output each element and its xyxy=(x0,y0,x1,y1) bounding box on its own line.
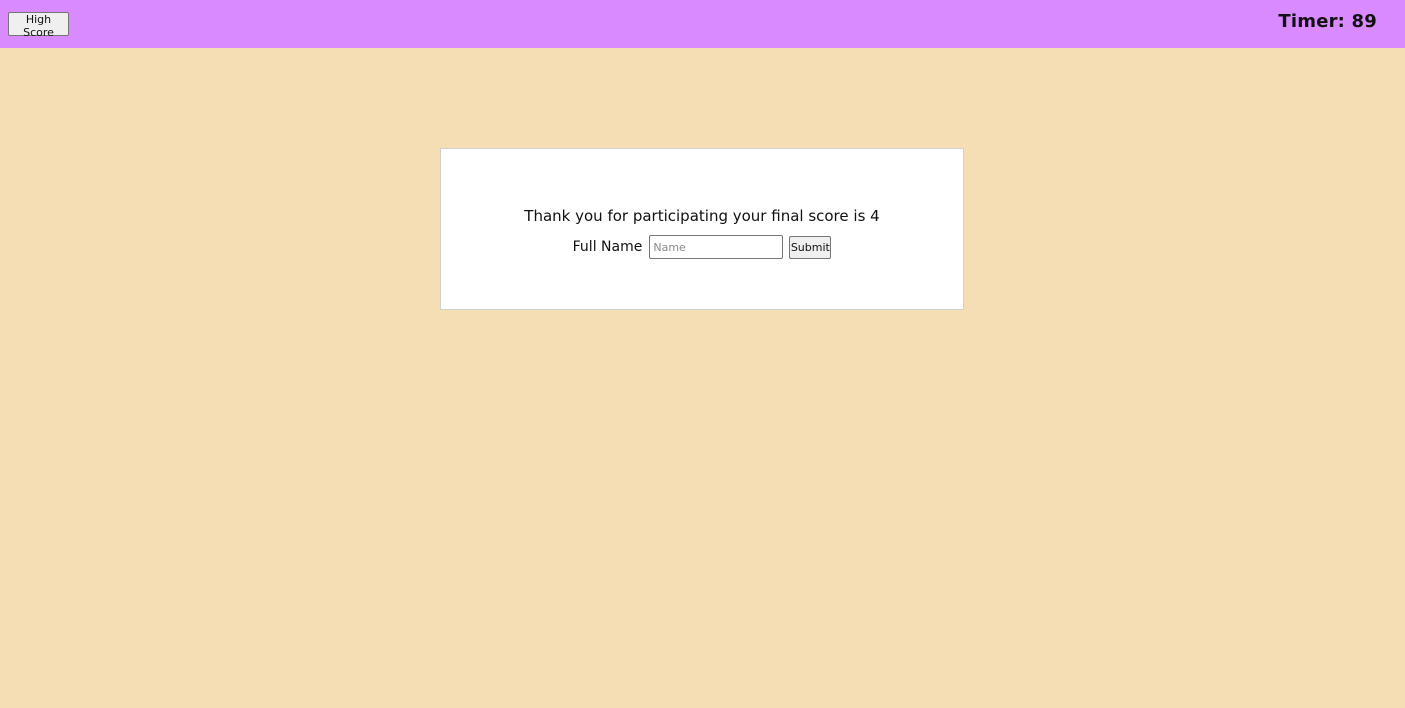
timer-display: Timer: 89 xyxy=(1278,11,1377,32)
final-score-message: Thank you for participating your final s… xyxy=(524,207,880,225)
result-card: Thank you for participating your final s… xyxy=(440,148,964,310)
name-form: Full Name Submit xyxy=(441,235,963,259)
top-bar: High Score Timer: 89 xyxy=(0,0,1405,48)
full-name-label: Full Name xyxy=(572,239,643,255)
high-score-button[interactable]: High Score xyxy=(8,12,69,39)
submit-button[interactable]: Submit xyxy=(789,235,832,259)
name-input[interactable] xyxy=(649,235,784,259)
